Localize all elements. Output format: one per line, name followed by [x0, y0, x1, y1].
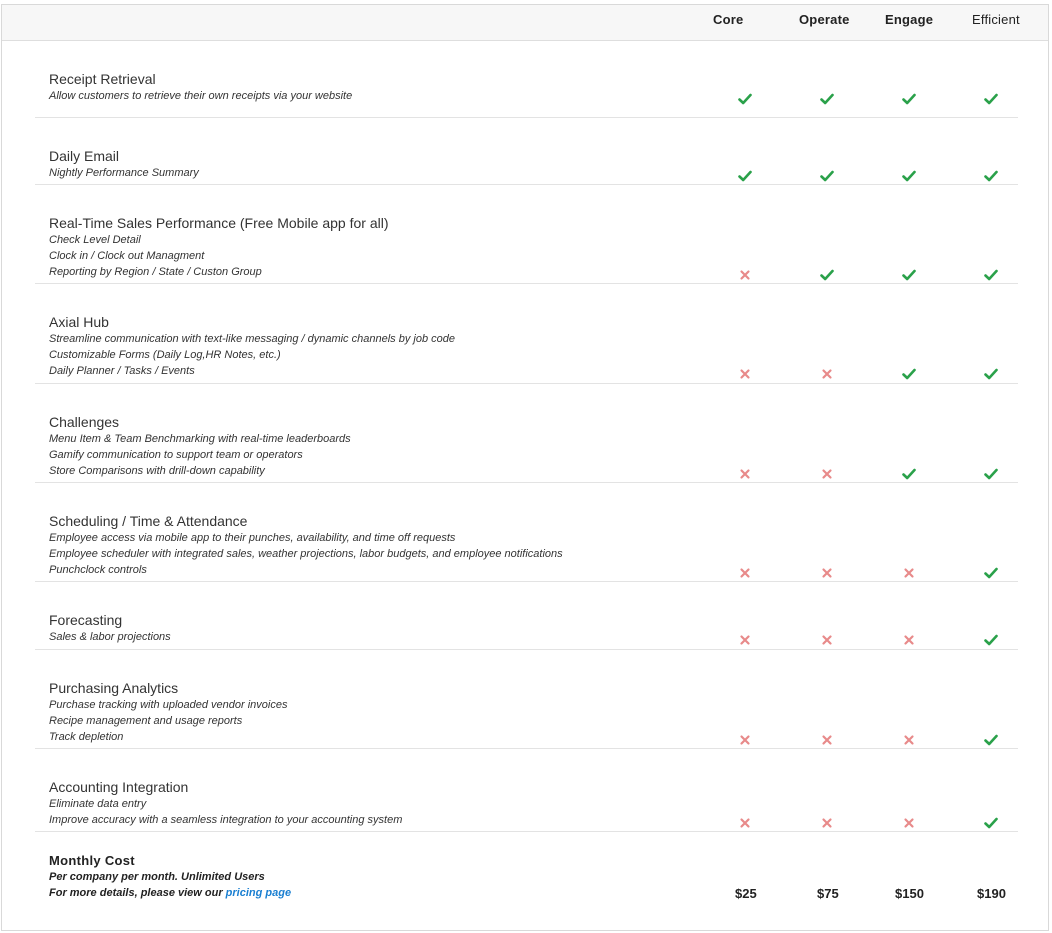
table-row: Receipt Retrieval Allow customers to retr…: [35, 41, 1018, 118]
feature-detail: Gamify communication to support team or …: [49, 449, 303, 461]
feature-title: Scheduling / Time & Attendance: [49, 513, 248, 529]
column-header-core: Core: [713, 12, 744, 27]
price-efficient: $190: [977, 886, 1006, 901]
check-icon: [984, 633, 998, 646]
table-row: Daily Email Nightly Performance Summary: [35, 118, 1018, 185]
pricing-details-text: For more details, please view our: [49, 887, 226, 899]
cross-icon: [820, 816, 834, 828]
cross-icon: [902, 566, 916, 578]
column-header-efficient: Efficient: [972, 12, 1020, 27]
cross-icon: [820, 633, 834, 645]
feature-title: Axial Hub: [49, 314, 109, 330]
table-row: Challenges Menu Item & Team Benchmarking …: [35, 384, 1018, 483]
feature-detail: Employee access via mobile app to their …: [49, 532, 456, 544]
feature-detail: Purchase tracking with uploaded vendor i…: [49, 699, 288, 711]
cross-icon: [738, 816, 752, 828]
feature-detail: Eliminate data entry: [49, 798, 147, 810]
monthly-cost-title: Monthly Cost: [49, 853, 135, 868]
check-icon: [738, 92, 752, 105]
feature-detail: Improve accuracy with a seamless integra…: [49, 814, 403, 826]
feature-title: Real-Time Sales Performance (Free Mobile…: [49, 215, 389, 231]
feature-detail: Nightly Performance Summary: [49, 167, 199, 179]
feature-detail: Allow customers to retrieve their own re…: [49, 90, 353, 102]
price-operate: $75: [817, 886, 839, 901]
feature-detail: Daily Planner / Tasks / Events: [49, 365, 195, 377]
check-icon: [902, 92, 916, 105]
pricing-page-link[interactable]: pricing page: [226, 887, 291, 899]
cross-icon: [738, 633, 752, 645]
check-icon: [820, 268, 834, 281]
cross-icon: [902, 733, 916, 745]
check-icon: [820, 92, 834, 105]
cross-icon: [738, 367, 752, 379]
cross-icon: [820, 367, 834, 379]
feature-detail: Sales & labor projections: [49, 631, 171, 643]
feature-detail: Punchclock controls: [49, 564, 147, 576]
cross-icon: [738, 268, 752, 280]
check-icon: [984, 367, 998, 380]
feature-detail: Employee scheduler with integrated sales…: [49, 548, 563, 560]
cross-icon: [738, 566, 752, 578]
check-icon: [902, 268, 916, 281]
check-icon: [984, 467, 998, 480]
check-icon: [984, 816, 998, 829]
cross-icon: [902, 816, 916, 828]
table-row: Forecasting Sales & labor projections: [35, 582, 1018, 650]
feature-detail: Track depletion: [49, 731, 124, 743]
check-icon: [984, 566, 998, 579]
feature-detail: Streamline communication with text-like …: [49, 333, 455, 345]
feature-detail: Store Comparisons with drill-down capabi…: [49, 465, 265, 477]
check-icon: [902, 169, 916, 182]
table-header: Core Operate Engage Efficient: [2, 5, 1048, 41]
cross-icon: [902, 633, 916, 645]
monthly-cost-row: Monthly Cost Per company per month. Unlim…: [35, 832, 1018, 930]
check-icon: [984, 268, 998, 281]
feature-detail: Recipe management and usage reports: [49, 715, 243, 727]
feature-title: Daily Email: [49, 148, 120, 164]
check-icon: [902, 367, 916, 380]
table-row: Scheduling / Time & Attendance Employee a…: [35, 483, 1018, 582]
column-header-engage: Engage: [885, 12, 934, 27]
feature-title: Receipt Retrieval: [49, 71, 156, 87]
feature-title: Challenges: [49, 414, 120, 430]
check-icon: [902, 467, 916, 480]
cross-icon: [738, 733, 752, 745]
feature-detail: Menu Item & Team Benchmarking with real-…: [49, 433, 351, 445]
table-row: Axial Hub Streamline communication with t…: [35, 284, 1018, 384]
monthly-cost-note: Per company per month. Unlimited Users: [49, 871, 265, 883]
column-header-operate: Operate: [799, 12, 850, 27]
feature-title: Purchasing Analytics: [49, 680, 179, 696]
feature-detail: Customizable Forms (Daily Log,HR Notes, …: [49, 349, 281, 361]
table-row: Purchasing Analytics Purchase tracking wi…: [35, 650, 1018, 749]
cross-icon: [738, 467, 752, 479]
table-row: Accounting Integration Eliminate data ent…: [35, 749, 1018, 832]
feature-title: Forecasting: [49, 612, 123, 628]
feature-title: Accounting Integration: [49, 779, 189, 795]
table-row: Real-Time Sales Performance (Free Mobile…: [35, 185, 1018, 284]
cross-icon: [820, 733, 834, 745]
price-engage: $150: [895, 886, 924, 901]
price-core: $25: [735, 886, 757, 901]
check-icon: [984, 169, 998, 182]
feature-detail: Clock in / Clock out Managment: [49, 250, 205, 262]
check-icon: [984, 733, 998, 746]
check-icon: [820, 169, 834, 182]
pricing-comparison-table: Core Operate Engage Efficient Receipt Re…: [1, 4, 1049, 931]
cross-icon: [820, 566, 834, 578]
pricing-details-note: For more details, please view our pricin…: [49, 887, 291, 899]
check-icon: [738, 169, 752, 182]
check-icon: [984, 92, 998, 105]
feature-detail: Reporting by Region / State / Custon Gro…: [49, 266, 262, 278]
feature-detail: Check Level Detail: [49, 234, 141, 246]
cross-icon: [820, 467, 834, 479]
